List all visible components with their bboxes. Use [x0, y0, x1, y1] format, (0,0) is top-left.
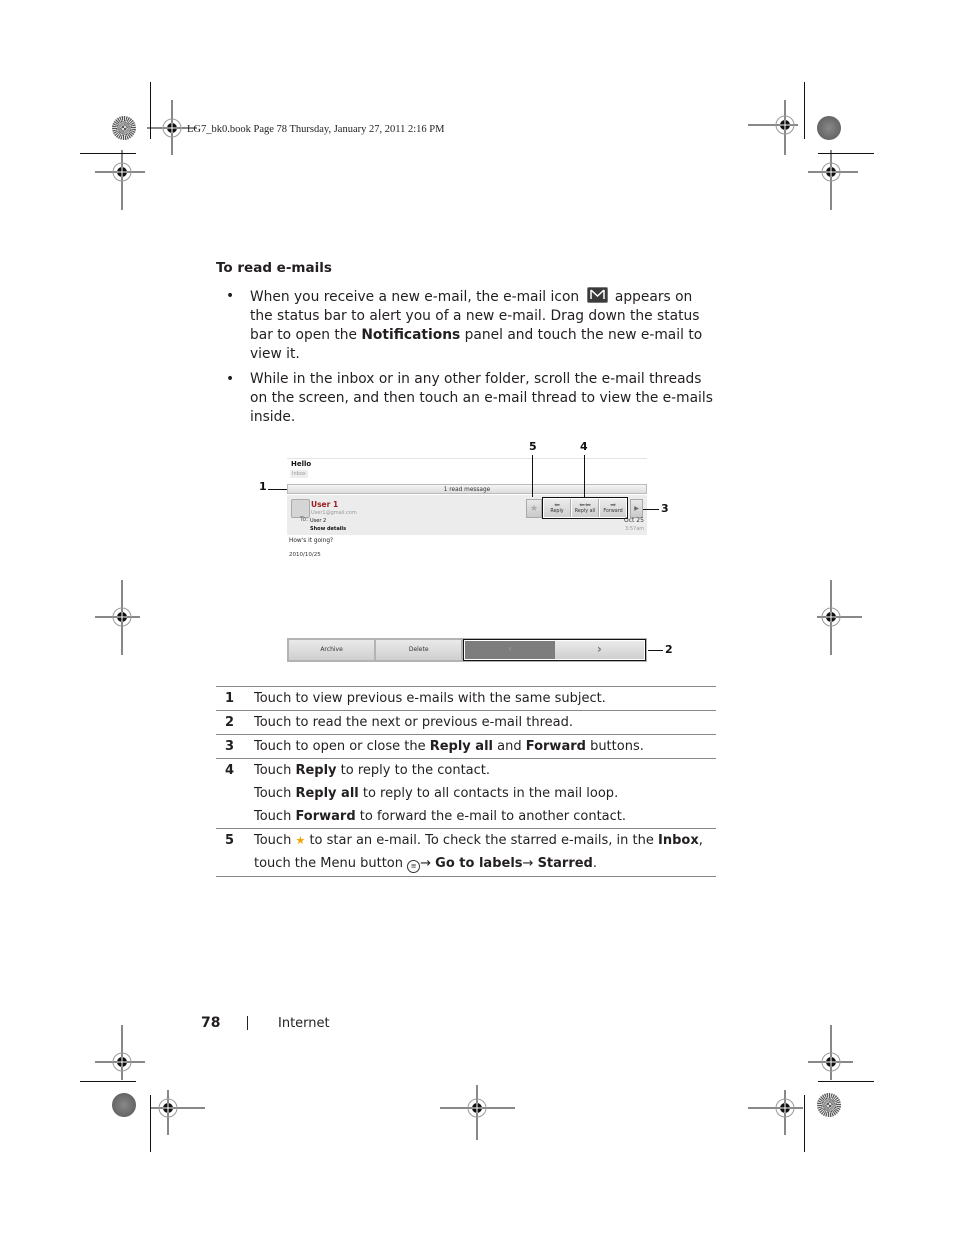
chevron-left-icon: ‹ [507, 644, 512, 655]
registration-target-icon [808, 150, 858, 210]
table-row: 2 Touch to read the next or previous e-m… [216, 710, 716, 735]
email-notification-icon [586, 287, 608, 303]
email-subject: Hello [291, 460, 312, 468]
callout-line [532, 455, 533, 497]
callout-line [648, 650, 663, 651]
row-description: Touch to view previous e-mails with the … [254, 691, 606, 706]
forward-button[interactable]: ➡ Forward [600, 499, 626, 517]
row-number: 5 [225, 833, 235, 848]
print-slug: LG7_bk0.book Page 78 Thursday, January 2… [187, 124, 445, 135]
chevron-right-icon: › [596, 642, 602, 656]
contact-avatar[interactable] [291, 499, 310, 518]
registration-target-icon [95, 1025, 145, 1080]
section-name: Internet [278, 1016, 330, 1031]
forward-icon: ➡ [610, 501, 616, 509]
row-number: 4 [225, 763, 235, 778]
row-description: Touch Reply to reply to the contact. Tou… [254, 763, 627, 824]
expand-actions-button[interactable]: ▶ [630, 499, 643, 518]
table-row: 1 Touch to view previous e-mails with th… [216, 686, 716, 711]
delete-button[interactable]: Delete [376, 640, 462, 660]
callout-line [643, 509, 659, 510]
label-tag[interactable]: Inbox [290, 470, 308, 478]
registration-disc [112, 1093, 136, 1117]
registration-target-icon [150, 1090, 205, 1135]
row-description: Touch to read the next or previous e-mai… [254, 715, 573, 730]
crop-mark [80, 1081, 136, 1082]
star-icon: ★ [295, 834, 306, 847]
list-item: • When you receive a new e-mail, the e-m… [226, 287, 703, 362]
recipient-name: User 2 [310, 518, 327, 524]
row-description: Touch ★ to star an e-mail. To check the … [254, 833, 703, 873]
section-heading: To read e-mails [216, 260, 332, 276]
callout-description-table: 1 Touch to view previous e-mails with th… [216, 686, 716, 877]
row-number: 3 [225, 739, 235, 754]
page-number: 78 [201, 1015, 221, 1031]
menu-icon: ≡ [407, 860, 421, 873]
registration-disc [817, 1093, 841, 1117]
registration-target-icon [95, 580, 140, 655]
archive-button[interactable]: Archive [289, 640, 375, 660]
show-details-link[interactable]: Show details [310, 526, 346, 532]
callout-number: 4 [580, 440, 588, 453]
bullet-dot: • [226, 288, 235, 304]
star-icon: ★ [529, 504, 539, 514]
divider [287, 458, 647, 459]
message-body-date: 2010/10/25 [289, 552, 321, 558]
crop-mark [804, 82, 805, 139]
footer-divider [247, 1016, 248, 1030]
row-number: 1 [225, 691, 235, 706]
crop-mark [818, 1081, 874, 1082]
callout-line [584, 455, 585, 497]
sender-email: User1@gmail.com [311, 510, 357, 516]
callout-number: 2 [665, 643, 673, 656]
reply-actions-group: ⬅ Reply ⬅⬅ Reply all ➡ Forward [542, 497, 628, 519]
table-row: 5 Touch ★ to star an e-mail. To check th… [216, 828, 716, 877]
reply-all-button[interactable]: ⬅⬅ Reply all [572, 499, 599, 517]
read-messages-bar[interactable]: 1 read message [287, 484, 647, 494]
registration-target-icon [748, 1090, 803, 1135]
message-time: 3:57am [625, 526, 645, 532]
registration-target-icon [95, 150, 145, 210]
registration-target-icon [808, 1025, 853, 1080]
reply-icon: ⬅ [554, 501, 560, 509]
to-label: To: [300, 517, 309, 523]
callout-number: 3 [661, 502, 669, 515]
callout-line [268, 489, 287, 490]
registration-target-icon [748, 100, 798, 155]
next-thread-button[interactable]: › [554, 641, 644, 659]
registration-target-icon [817, 580, 862, 655]
list-item: • While in the inbox or in any other fol… [226, 371, 713, 425]
bottom-toolbar: Archive Delete ‹ › [287, 638, 647, 662]
callout-number: 5 [529, 440, 537, 453]
registration-target-icon [440, 1085, 515, 1140]
row-number: 2 [225, 715, 235, 730]
registration-disc [112, 116, 136, 140]
chevron-right-icon: ▶ [634, 505, 639, 512]
star-button[interactable]: ★ [526, 499, 542, 518]
reply-button[interactable]: ⬅ Reply [544, 499, 571, 517]
thread-navigation: ‹ › [463, 639, 646, 661]
message-date: Oct 25 [624, 517, 644, 524]
instruction-list: • When you receive a new e-mail, the e-m… [226, 287, 716, 433]
table-row: 4 Touch Reply to reply to the contact. T… [216, 758, 716, 829]
message-body: How's it going? [289, 538, 334, 544]
callout-number: 1 [259, 480, 267, 493]
table-row: 3 Touch to open or close the Reply all a… [216, 734, 716, 759]
sender-name: User 1 [311, 500, 339, 509]
reply-all-icon: ⬅⬅ [579, 501, 591, 509]
row-description: Touch to open or close the Reply all and… [254, 739, 644, 754]
bullet-dot: • [226, 371, 235, 387]
registration-disc [817, 116, 841, 140]
previous-thread-button[interactable]: ‹ [465, 641, 555, 659]
